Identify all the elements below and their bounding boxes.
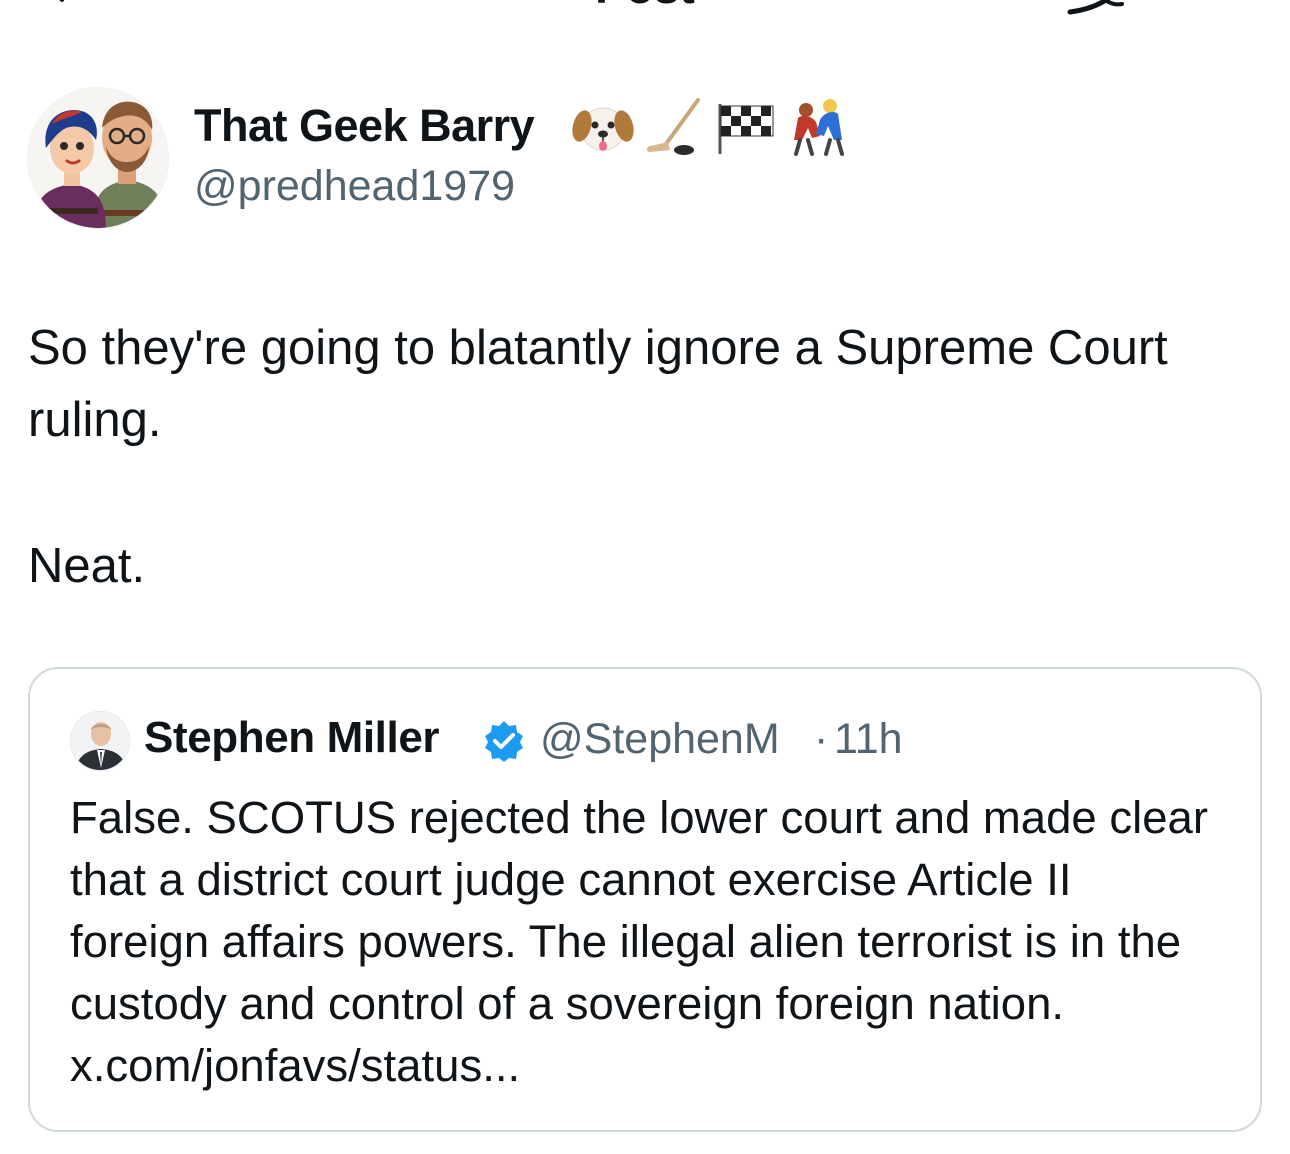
grok-icon[interactable]: [1066, 0, 1124, 16]
quoted-post-text: False. SCOTUS rejected the lower court a…: [70, 792, 1208, 1091]
quoted-author-handle[interactable]: @StephenM: [540, 715, 780, 764]
post-text-line: Neat.: [28, 539, 146, 593]
wrestlers-emoji: [794, 99, 844, 156]
author-avatar[interactable]: [27, 87, 169, 229]
quoted-post-time[interactable]: 11h: [834, 715, 903, 764]
author-name[interactable]: That Geek Barry: [194, 100, 535, 152]
dog-face-emoji: [572, 107, 634, 151]
separator-dot: ·: [814, 715, 829, 763]
verified-badge-icon: [485, 721, 523, 762]
checkered-flag-emoji: [718, 104, 774, 154]
name-emojis: [570, 96, 852, 158]
author-handle[interactable]: @predhead1979: [194, 162, 515, 211]
quoted-author-avatar[interactable]: [70, 711, 130, 771]
quoted-post-card[interactable]: Stephen Miller @StephenM · 11h False. SC…: [28, 667, 1262, 1132]
quoted-author-name[interactable]: Stephen Miller: [144, 713, 440, 763]
post-text: So they're going to blatantly ignore a S…: [28, 321, 1168, 447]
post-detail-page: Post: [0, 0, 1290, 1154]
ice-hockey-emoji: [647, 98, 700, 155]
top-header: Post: [0, 0, 1290, 20]
